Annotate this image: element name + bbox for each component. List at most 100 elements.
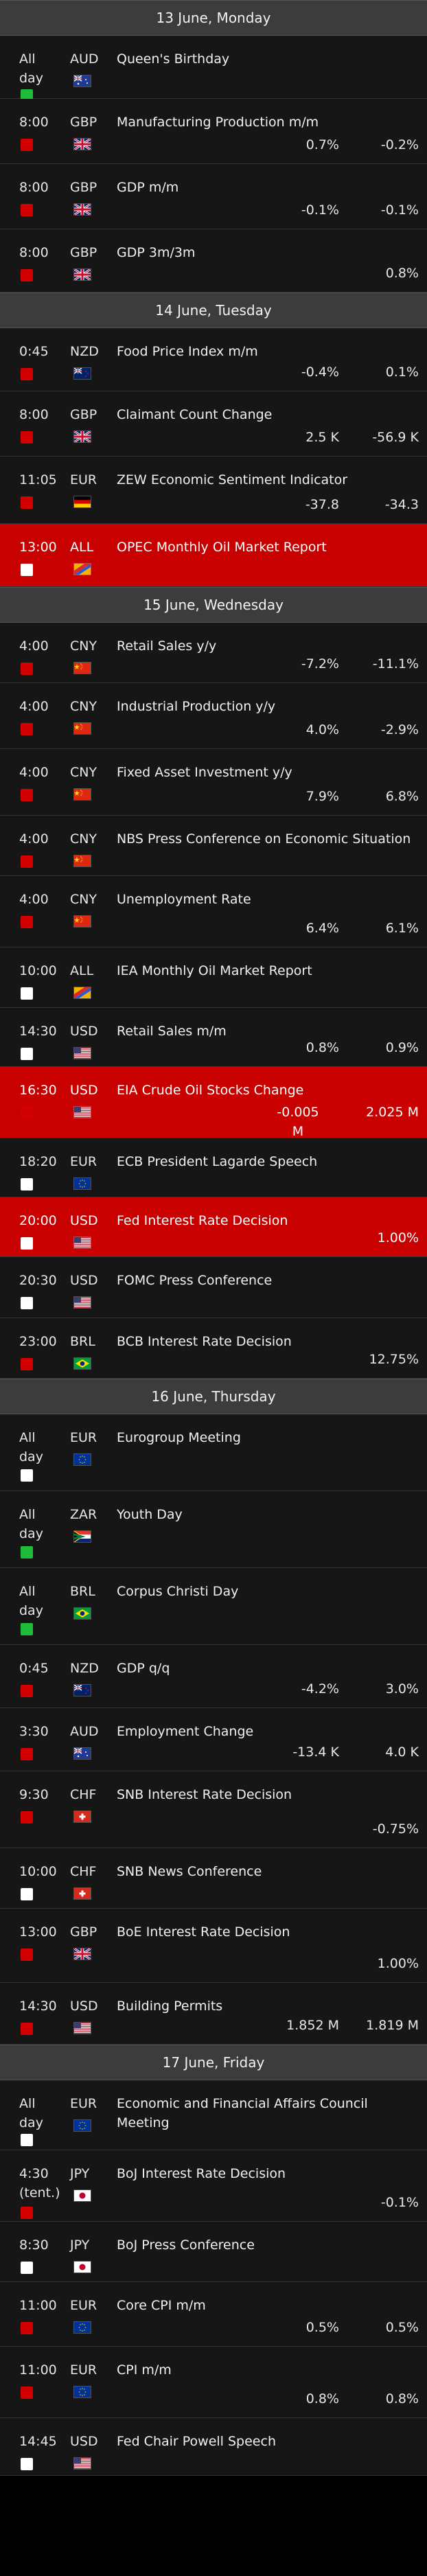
event-name[interactable]: Corpus Christi Day	[117, 1582, 420, 1601]
event-row[interactable]: 11:00 EUR CPI m/m 0.8% 0.8%	[0, 2347, 427, 2418]
impact-indicator-icon	[21, 916, 33, 928]
event-row[interactable]: 4:00 CNY Industrial Production y/y 4.0% -2.9…	[0, 683, 427, 749]
event-currency: GBP	[70, 180, 97, 195]
event-row[interactable]: All day EUR Economic and Financial Affairs…	[0, 2080, 427, 2150]
event-name[interactable]: EIA Crude Oil Stocks Change	[117, 1081, 420, 1100]
gb-flag-icon	[73, 430, 91, 443]
br-flag-icon	[73, 1357, 91, 1370]
event-name[interactable]: OPEC Monthly Oil Market Report	[117, 538, 420, 557]
event-name[interactable]: Building Permits	[117, 1997, 420, 2016]
event-row[interactable]: 4:00 CNY NBS Press Conference on Economic …	[0, 816, 427, 876]
event-row[interactable]: 8:00 GBP Manufacturing Production m/m 0.7% -…	[0, 99, 427, 164]
event-row[interactable]: 13:00 GBP BoE Interest Rate Decision 1.00%	[0, 1909, 427, 1983]
event-name[interactable]: GDP 3m/3m	[117, 243, 420, 262]
event-row[interactable]: 10:00 ALL IEA Monthly Oil Market Report	[0, 947, 427, 1008]
event-name[interactable]: Employment Change	[117, 1722, 420, 1741]
event-name[interactable]: CPI m/m	[117, 2360, 420, 2380]
event-time: 13:00	[19, 540, 57, 555]
event-name[interactable]: Industrial Production y/y	[117, 697, 420, 716]
event-name[interactable]: SNB News Conference	[117, 1862, 420, 1881]
event-name[interactable]: Eurogroup Meeting	[117, 1428, 420, 1447]
event-name[interactable]: Queen's Birthday	[117, 49, 420, 69]
event-name[interactable]: Core CPI m/m	[117, 2296, 420, 2315]
event-row[interactable]: 8:30 JPY BoJ Press Conference	[0, 2222, 427, 2282]
event-row[interactable]: 10:00 CHF SNB News Conference	[0, 1848, 427, 1909]
event-name[interactable]: Unemployment Rate	[117, 890, 420, 909]
event-row[interactable]: 20:30 USD FOMC Press Conference	[0, 1257, 427, 1318]
event-row[interactable]: 4:00 CNY Fixed Asset Investment y/y 7.9% 6.8…	[0, 749, 427, 816]
event-currency: BRL	[70, 1584, 95, 1599]
impact-indicator-icon	[21, 2262, 33, 2274]
event-row[interactable]: 16:30 USD EIA Crude Oil Stocks Change -0.00…	[0, 1067, 427, 1139]
event-row[interactable]: 8:00 GBP Claimant Count Change 2.5 K -56.9 K	[0, 391, 427, 457]
event-name[interactable]: FOMC Press Conference	[117, 1271, 420, 1290]
event-actual: 6.4%	[305, 921, 339, 936]
impact-indicator-icon	[21, 1297, 33, 1309]
event-name[interactable]: Food Price Index m/m	[117, 342, 420, 361]
ch-flag-icon	[73, 1887, 91, 1900]
event-row[interactable]: 23:00 BRL BCB Interest Rate Decision 12.75%	[0, 1318, 427, 1379]
event-row[interactable]: 9:30 CHF SNB Interest Rate Decision -0.75%	[0, 1771, 427, 1848]
event-row[interactable]: 18:20 EUR ECB President Lagarde Speech	[0, 1138, 427, 1197]
event-actual: 0.8%	[305, 2391, 339, 2406]
impact-indicator-icon	[21, 1107, 33, 1119]
event-previous: 0.8%	[385, 2391, 419, 2406]
event-row[interactable]: All day AUD Queen's Birthday	[0, 36, 427, 102]
event-time: 11:05	[19, 472, 57, 487]
event-row[interactable]: 0:45 NZD Food Price Index m/m -0.4% 0.1%	[0, 328, 427, 391]
event-name[interactable]: Fed Chair Powell Speech	[117, 2432, 420, 2451]
event-currency: GBP	[70, 1924, 97, 1940]
event-currency: EUR	[70, 2298, 97, 2313]
event-currency: EUR	[70, 1154, 97, 1169]
event-name[interactable]: BoJ Interest Rate Decision	[117, 2164, 420, 2183]
impact-indicator-icon	[21, 496, 33, 509]
event-name[interactable]: BoJ Press Conference	[117, 2235, 420, 2255]
event-name[interactable]: Fixed Asset Investment y/y	[117, 763, 420, 782]
event-previous: -0.2%	[380, 137, 419, 152]
event-row[interactable]: 4:00 CNY Retail Sales y/y -7.2% -11.1%	[0, 623, 427, 683]
event-name[interactable]: Manufacturing Production m/m	[117, 113, 420, 132]
event-name[interactable]: GDP q/q	[117, 1659, 420, 1678]
event-currency: CNY	[70, 892, 97, 907]
event-name[interactable]: ECB President Lagarde Speech	[117, 1152, 420, 1171]
event-name[interactable]: Retail Sales y/y	[117, 636, 420, 656]
event-time: All day	[19, 1430, 43, 1464]
jp-flag-icon	[73, 2189, 91, 2202]
event-name[interactable]: SNB Interest Rate Decision	[117, 1785, 420, 1804]
economic-calendar: 13 June, Monday All day AUD Queen's Birthda…	[0, 0, 427, 2476]
event-row[interactable]: 0:45 NZD GDP q/q -4.2% 3.0%	[0, 1645, 427, 1708]
event-row[interactable]: 13:00 ALL OPEC Monthly Oil Market Report	[0, 524, 427, 587]
event-actual: 1.852 M	[286, 2018, 339, 2033]
event-previous: 1.819 M	[366, 2018, 419, 2033]
event-row[interactable]: 3:30 AUD Employment Change -13.4 K 4.0 K	[0, 1708, 427, 1771]
event-row[interactable]: 11:00 EUR Core CPI m/m 0.5% 0.5%	[0, 2282, 427, 2347]
event-row[interactable]: 4:00 CNY Unemployment Rate 6.4% 6.1%	[0, 876, 427, 947]
event-row[interactable]: 11:05 EUR ZEW Economic Sentiment Indicator…	[0, 457, 427, 524]
event-row[interactable]: 14:30 USD Retail Sales m/m 0.8% 0.9%	[0, 1008, 427, 1067]
event-row[interactable]: All day EUR Eurogroup Meeting	[0, 1414, 427, 1491]
event-actual: 4.0%	[305, 722, 339, 737]
event-name[interactable]: Economic and Financial Affairs Council M…	[117, 2094, 420, 2132]
event-name[interactable]: NBS Press Conference on Economic Situati…	[117, 829, 420, 849]
eu-flag-icon	[73, 2321, 91, 2334]
event-name[interactable]: Youth Day	[117, 1505, 420, 1524]
event-row[interactable]: 4:30 (tent.) JPY BoJ Interest Rate Decisio…	[0, 2150, 427, 2222]
ch-flag-icon	[73, 1810, 91, 1823]
event-row[interactable]: 8:00 GBP GDP m/m -0.1% -0.1%	[0, 164, 427, 229]
event-row[interactable]: 20:00 USD Fed Interest Rate Decision 1.00%	[0, 1197, 427, 1257]
event-row[interactable]: All day ZAR Youth Day	[0, 1491, 427, 1568]
event-name[interactable]: Claimant Count Change	[117, 405, 420, 424]
event-name[interactable]: GDP m/m	[117, 178, 420, 197]
event-row[interactable]: All day BRL Corpus Christi Day	[0, 1568, 427, 1645]
event-row[interactable]: 14:45 USD Fed Chair Powell Speech	[0, 2418, 427, 2476]
event-row[interactable]: 8:00 GBP GDP 3m/3m 0.8%	[0, 229, 427, 292]
event-time: 9:30	[19, 1787, 49, 1802]
event-time: All day	[19, 1507, 43, 1541]
event-name[interactable]: Fed Interest Rate Decision	[117, 1211, 420, 1230]
event-name[interactable]: IEA Monthly Oil Market Report	[117, 961, 420, 980]
event-row[interactable]: 14:30 USD Building Permits 1.852 M 1.819 M	[0, 1983, 427, 2045]
nz-flag-icon	[73, 367, 91, 380]
event-name[interactable]: BCB Interest Rate Decision	[117, 1332, 420, 1351]
event-name[interactable]: ZEW Economic Sentiment Indicator	[117, 470, 420, 490]
event-name[interactable]: BoE Interest Rate Decision	[117, 1922, 420, 1942]
